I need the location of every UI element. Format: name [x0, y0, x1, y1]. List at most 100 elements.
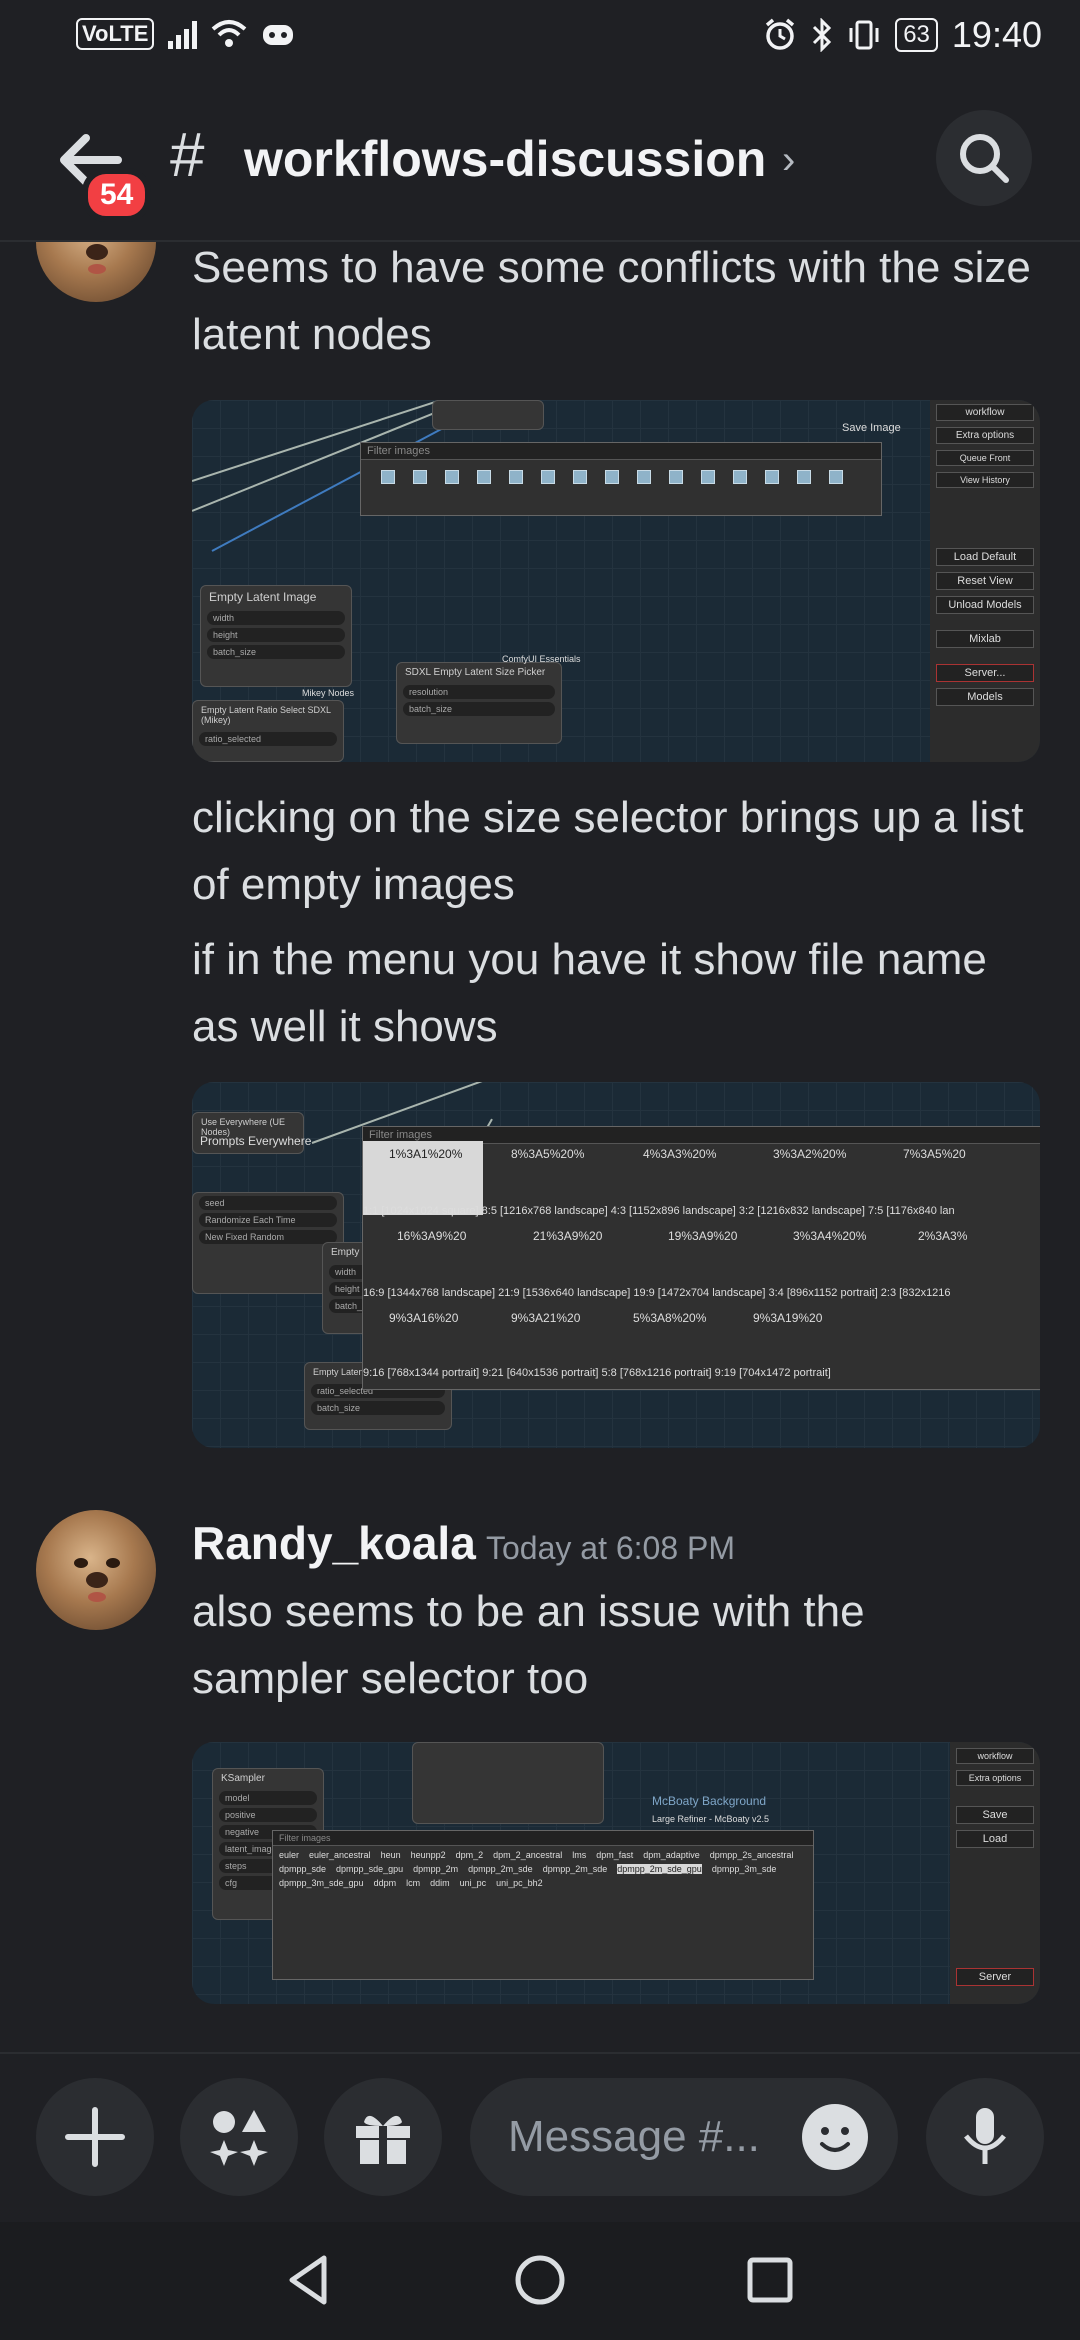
channel-title[interactable]: workflows-discussion: [244, 130, 766, 188]
extra-options[interactable]: Extra options: [956, 1770, 1034, 1786]
nav-home-icon[interactable]: [512, 2252, 568, 2308]
sampler-option[interactable]: dpmpp_2m_sde_gpu: [617, 1864, 702, 1874]
sampler-option[interactable]: dpmpp_2m: [413, 1864, 458, 1874]
load-button[interactable]: Load: [956, 1830, 1034, 1848]
sampler-option[interactable]: euler_ancestral: [309, 1850, 371, 1860]
apps-icon: [210, 2110, 268, 2166]
message-text: if in the menu you have it show file nam…: [192, 935, 987, 1051]
node-title: SDXL Empty Latent Size Picker: [405, 667, 546, 678]
image-attachment[interactable]: Empty Latent Image width height batch_size…: [192, 400, 1040, 762]
filter-input[interactable]: Filter images: [273, 1831, 813, 1846]
image-file-label: 8%3A5%20%: [511, 1147, 585, 1161]
node-title: Prompts Everywhere: [200, 1134, 312, 1148]
sampler-option[interactable]: lms: [572, 1850, 586, 1860]
image-caption-row: 16:9 [1344x768 landscape] 21:9 [1536x640…: [363, 1287, 951, 1299]
sampler-option[interactable]: dpmpp_3m_sde_gpu: [279, 1878, 364, 1888]
sampler-option[interactable]: euler: [279, 1850, 299, 1860]
queue-front-button[interactable]: Queue Front: [936, 450, 1034, 466]
mixlab-button[interactable]: Mixlab: [936, 630, 1034, 648]
message-text: Seems to have some conflicts with the si…: [192, 243, 1031, 359]
unload-models-button[interactable]: Unload Models: [936, 596, 1034, 614]
image-caption-row: 1:1 [1024x1024 square] 8:5 [1216x768 lan…: [363, 1205, 955, 1217]
filter-input[interactable]: Filter images: [361, 443, 881, 460]
gift-button[interactable]: [324, 2078, 442, 2196]
sampler-option[interactable]: dpmpp_2m_sde: [543, 1864, 608, 1874]
message-timestamp: Today at 6:08 PM: [486, 1530, 736, 1566]
sampler-option[interactable]: heunpp2: [411, 1850, 446, 1860]
volte-indicator: VoLTE: [76, 18, 155, 50]
sampler-option[interactable]: uni_pc: [460, 1878, 487, 1888]
save-button[interactable]: Save: [956, 1806, 1034, 1824]
comfy-menu: workflow Extra options Save Load Server: [950, 1742, 1040, 2004]
image-picker-panel: Filter images: [360, 442, 882, 516]
image-attachment[interactable]: KSampler model positive negative latent_ima…: [192, 1742, 1040, 2004]
comfy-menu: workflow Extra options Queue Front View …: [930, 400, 1040, 762]
message-input[interactable]: Message #...: [470, 2078, 898, 2196]
message-composer: Message #...: [0, 2052, 1080, 2222]
image-file-label: 5%3A8%20%: [633, 1311, 707, 1325]
workflow-tab[interactable]: workflow: [956, 1748, 1034, 1764]
sampler-option[interactable]: lcm: [406, 1878, 420, 1888]
message-text: also seems to be an issue with the sampl…: [192, 1587, 865, 1703]
reset-view-button[interactable]: Reset View: [936, 572, 1034, 590]
avatar[interactable]: [36, 242, 156, 302]
image-file-label: 3%3A2%20%: [773, 1147, 847, 1161]
nav-recents-icon[interactable]: [742, 2252, 798, 2308]
emoji-icon: [820, 2127, 850, 2152]
sampler-option[interactable]: dpmpp_2s_ancestral: [710, 1850, 794, 1860]
vibrate-icon: [849, 20, 879, 50]
sampler-option[interactable]: ddpm: [374, 1878, 397, 1888]
sampler-option[interactable]: ddim: [430, 1878, 450, 1888]
sampler-option[interactable]: dpm_2_ancestral: [493, 1850, 562, 1860]
system-navigation-bar: [0, 2222, 1080, 2340]
sampler-option[interactable]: dpm_2: [456, 1850, 484, 1860]
server-button[interactable]: Server...: [936, 664, 1034, 682]
search-button[interactable]: [936, 110, 1032, 206]
chevron-right-icon[interactable]: ›: [782, 138, 795, 183]
image-picker-panel: Filter images euler euler_ancestral heun…: [272, 1830, 814, 1980]
sampler-option[interactable]: dpmpp_sde_gpu: [336, 1864, 403, 1874]
view-history-button[interactable]: View History: [936, 472, 1034, 488]
node-title: Empty Latent Ratio Select SDXL (Mikey): [201, 705, 331, 725]
image-picker-panel: Filter images 1%3A1%20% 8%3A5%20% 4%3A3%…: [362, 1126, 1040, 1390]
sampler-option[interactable]: heun: [381, 1850, 401, 1860]
randomize-option[interactable]: Randomize Each Time: [199, 1213, 337, 1227]
server-button[interactable]: Server: [956, 1968, 1034, 1986]
models-button[interactable]: Models: [936, 688, 1034, 706]
channel-hash-icon: #: [170, 121, 205, 190]
sampler-list: euler euler_ancestral heun heunpp2 dpm_2…: [273, 1846, 813, 1892]
sampler-option[interactable]: dpmpp_sde: [279, 1864, 326, 1874]
image-caption-row: 9:16 [768x1344 portrait] 9:21 [640x1536 …: [363, 1367, 831, 1379]
node-title: Large Refiner - McBoaty v2.5: [652, 1814, 770, 1824]
microphone-icon: [964, 2108, 1006, 2164]
new-fixed-option[interactable]: New Fixed Random: [199, 1230, 337, 1244]
image-file-label: 1%3A1%20%: [389, 1147, 463, 1161]
battery-indicator: 63: [895, 18, 938, 52]
clock: 19:40: [951, 14, 1042, 55]
image-file-label: 7%3A5%20: [903, 1147, 966, 1161]
image-attachment[interactable]: Use Everywhere (UE Nodes) Prompts Everyw…: [192, 1082, 1040, 1448]
image-file-label: 21%3A9%20: [533, 1229, 603, 1243]
extra-options[interactable]: Extra options: [936, 427, 1034, 444]
sampler-option[interactable]: dpmpp_2m_sde: [468, 1864, 533, 1874]
sampler-option[interactable]: uni_pc_bh2: [496, 1878, 543, 1888]
alarm-icon: [766, 18, 795, 50]
sampler-option[interactable]: dpm_adaptive: [643, 1850, 700, 1860]
signal-icon: [168, 19, 198, 49]
sampler-option[interactable]: dpm_fast: [596, 1850, 633, 1860]
add-attachment-button[interactable]: [36, 2078, 154, 2196]
sampler-option[interactable]: dpmpp_3m_sde: [712, 1864, 777, 1874]
voice-message-button[interactable]: [926, 2078, 1044, 2196]
message-placeholder: Message #...: [508, 2112, 760, 2161]
apps-button[interactable]: [180, 2078, 298, 2196]
workflow-tab[interactable]: workflow: [936, 404, 1034, 421]
group-title: McBoaty Background: [652, 1794, 767, 1808]
emoji-button[interactable]: [802, 2104, 868, 2170]
nav-back-icon[interactable]: [282, 2252, 338, 2308]
load-default-button[interactable]: Load Default: [936, 548, 1034, 566]
avatar[interactable]: [36, 1510, 156, 1630]
unread-badge: 54: [82, 168, 152, 222]
game-controller-icon: [263, 25, 294, 45]
author-name[interactable]: Randy_koala: [192, 1516, 476, 1570]
gift-icon: [356, 2115, 410, 2164]
